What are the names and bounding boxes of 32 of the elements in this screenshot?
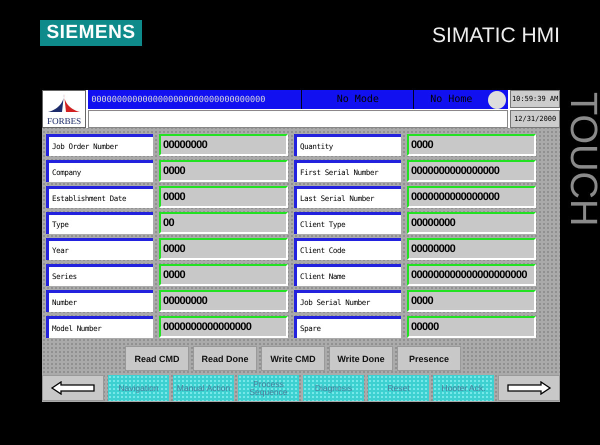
field-value[interactable]: 00000000 <box>407 238 536 260</box>
field-value[interactable]: 0000 <box>407 134 536 156</box>
product-title: SIMATIC HMI <box>432 24 560 48</box>
field-value[interactable]: 0000000000000000 <box>407 186 536 208</box>
left-arrow-icon <box>51 381 95 395</box>
brand-logo: SIEMENS <box>40 20 142 46</box>
side-label: TOUCH <box>564 92 600 228</box>
command-button[interactable]: Write Done <box>329 346 393 371</box>
command-button[interactable]: Read CMD <box>125 346 189 371</box>
field-value[interactable]: 00 <box>159 212 288 234</box>
field-value[interactable]: 000000000000000000000 <box>407 264 536 286</box>
forward-button[interactable] <box>498 375 560 401</box>
right-arrow-icon <box>507 381 551 395</box>
field-value[interactable]: 0000 <box>159 160 288 182</box>
field-value[interactable]: 0000 <box>159 186 288 208</box>
field-value[interactable]: 00000000 <box>159 290 288 312</box>
field-value[interactable]: 00000000 <box>159 134 288 156</box>
status-lamp <box>488 90 506 108</box>
status-code: 0000000000000000000000000000000000 <box>90 94 266 104</box>
command-button[interactable]: Read Done <box>193 346 257 371</box>
field-value[interactable]: 0000 <box>159 238 288 260</box>
field-value[interactable]: 0000000000000000 <box>159 316 288 338</box>
field-value[interactable]: 0000 <box>407 290 536 312</box>
field-value[interactable]: 0000 <box>159 264 288 286</box>
back-button[interactable] <box>42 375 104 401</box>
field-value[interactable]: 00000000 <box>407 212 536 234</box>
mode-status: No Mode <box>301 90 414 109</box>
company-logo-text: FORBES <box>47 116 82 126</box>
command-button[interactable]: Write CMD <box>261 346 325 371</box>
field-value[interactable]: 0000000000000000 <box>407 160 536 182</box>
field-value[interactable]: 00000 <box>407 316 536 338</box>
command-button[interactable]: Presence <box>397 346 461 371</box>
